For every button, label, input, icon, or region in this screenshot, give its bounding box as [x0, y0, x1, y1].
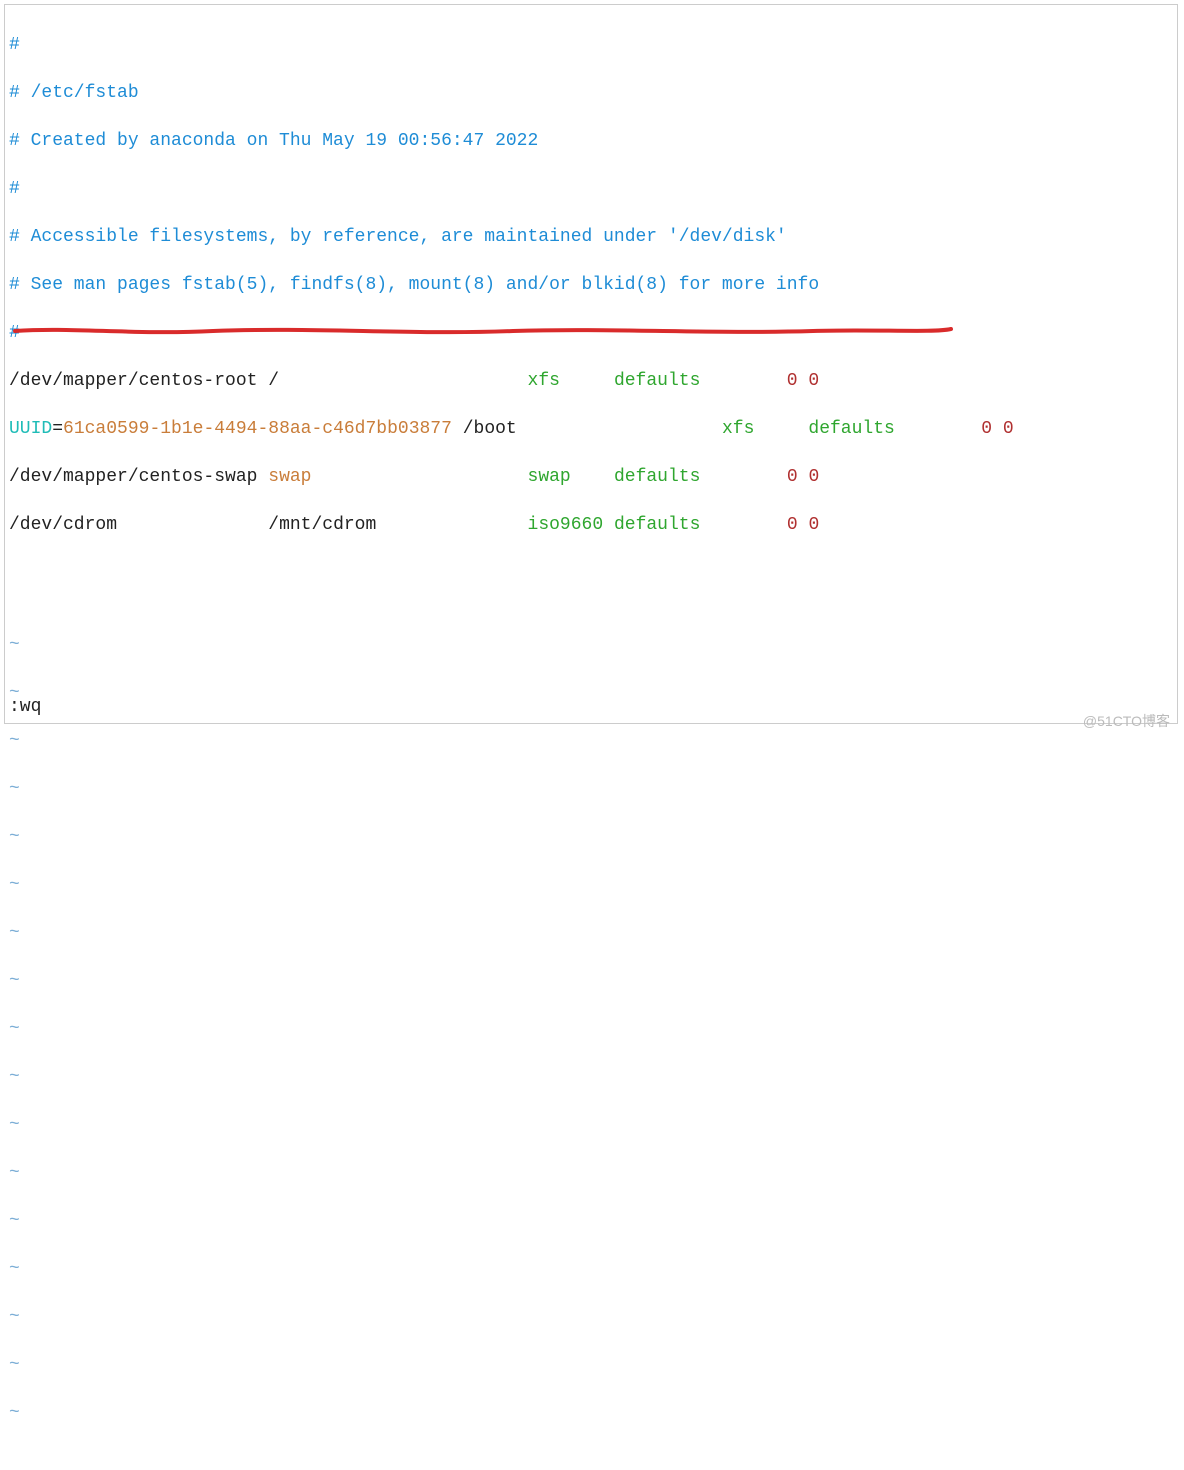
vim-command-line[interactable]: :wq [9, 695, 41, 719]
empty-line-tilde: ~ [9, 921, 1173, 945]
empty-line-tilde: ~ [9, 1305, 1173, 1329]
fstab-entry-cdrom: /dev/cdrom /mnt/cdrom iso9660 defaults 0… [9, 513, 1173, 537]
empty-line-tilde: ~ [9, 777, 1173, 801]
empty-line-tilde: ~ [9, 1353, 1173, 1377]
empty-line-tilde: ~ [9, 873, 1173, 897]
comment-line: # See man pages fstab(5), findfs(8), mou… [9, 273, 1173, 297]
empty-line-tilde: ~ [9, 1401, 1173, 1425]
comment-line: # Created by anaconda on Thu May 19 00:5… [9, 129, 1173, 153]
empty-line-tilde: ~ [9, 825, 1173, 849]
comment-line: # /etc/fstab [9, 81, 1173, 105]
empty-line-tilde: ~ [9, 1017, 1173, 1041]
comment-line: # [9, 321, 1173, 345]
fstab-entry-boot: UUID=61ca0599-1b1e-4494-88aa-c46d7bb0387… [9, 417, 1173, 441]
comment-line: # Accessible filesystems, by reference, … [9, 225, 1173, 249]
fstab-entry-root: /dev/mapper/centos-root / xfs defaults 0… [9, 369, 1173, 393]
empty-line-tilde: ~ [9, 1209, 1173, 1233]
empty-line-tilde: ~ [9, 1065, 1173, 1089]
empty-line-tilde: ~ [9, 633, 1173, 657]
empty-line-tilde: ~ [9, 969, 1173, 993]
empty-line-tilde: ~ [9, 729, 1173, 753]
empty-line-tilde: ~ [9, 1113, 1173, 1137]
vim-editor[interactable]: # # /etc/fstab # Created by anaconda on … [4, 4, 1178, 724]
fstab-entry-swap: /dev/mapper/centos-swap swap swap defaul… [9, 465, 1173, 489]
watermark: @51CTO博客 [1083, 709, 1170, 733]
comment-line: # [9, 33, 1173, 57]
empty-line-tilde: ~ [9, 1161, 1173, 1185]
comment-line: # [9, 177, 1173, 201]
empty-line-tilde: ~ [9, 681, 1173, 705]
empty-line-tilde: ~ [9, 1257, 1173, 1281]
